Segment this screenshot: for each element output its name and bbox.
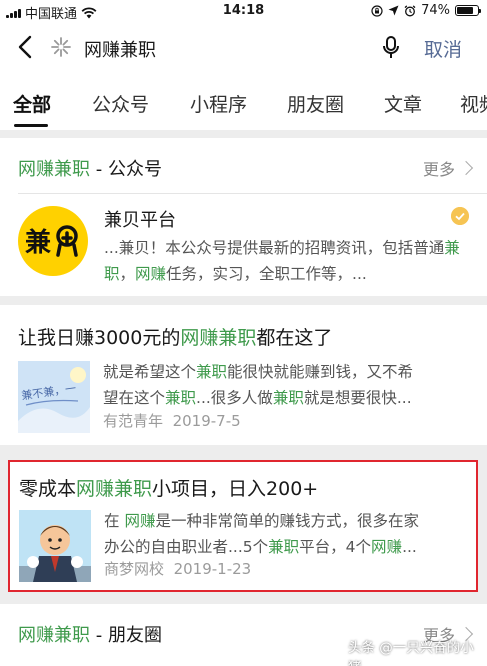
screen-lock-icon bbox=[371, 4, 383, 17]
section-title: 网赚兼职 - 公众号 bbox=[18, 159, 162, 180]
active-tab-indicator bbox=[14, 124, 48, 127]
article-thumbnail bbox=[19, 510, 91, 582]
jianbei-logo-icon: 兼 bbox=[25, 225, 78, 258]
more-accounts-link[interactable]: 更多 bbox=[423, 156, 474, 180]
tab-mini-programs[interactable]: 小程序 bbox=[190, 90, 247, 117]
svg-text:兼: 兼 bbox=[25, 227, 51, 258]
article-snippet: 在 网赚是一种非常简单的赚钱方式，很多在家 办公的自由职业者...5个兼职平台，… bbox=[104, 512, 419, 556]
search-header: 网赚兼职 取消 bbox=[0, 22, 487, 74]
article-meta: 有范青年 2019-7-5 bbox=[103, 412, 241, 430]
divider bbox=[18, 193, 487, 194]
watermark: 头条 @一只兴奋的小猪 bbox=[348, 640, 474, 666]
article-card[interactable]: 让我日赚3000元的网赚兼职都在这了 兼不兼，一 就是希望这个兼职能很快就能赚到… bbox=[0, 305, 487, 445]
back-arrow-icon[interactable] bbox=[14, 34, 38, 60]
official-accounts-section: 网赚兼职 - 公众号 更多 兼 兼贝平台 ...兼贝！本公众号提供最新的招聘资讯… bbox=[0, 138, 487, 296]
status-bar: 中国联通 14:18 74% bbox=[0, 0, 487, 22]
article-snippet: 就是希望这个兼职能很快就能赚到钱，又不希 望在这个兼职...很多人做兼职就是想要… bbox=[103, 363, 414, 407]
tab-official-accounts[interactable]: 公众号 bbox=[92, 90, 149, 117]
article-title: 让我日赚3000元的网赚兼职都在这了 bbox=[18, 327, 333, 349]
section-title: 网赚兼职 - 朋友圈 bbox=[18, 625, 162, 646]
battery-percent: 74% bbox=[421, 3, 450, 18]
verified-badge-icon bbox=[451, 207, 469, 225]
chevron-right-icon bbox=[458, 160, 474, 176]
microphone-icon[interactable] bbox=[382, 35, 400, 61]
tab-articles[interactable]: 文章 bbox=[384, 90, 422, 117]
cancel-button[interactable]: 取消 bbox=[424, 35, 462, 62]
article-title: 零成本网赚兼职小项目，日入200+ bbox=[19, 478, 319, 500]
account-logo[interactable]: 兼 bbox=[18, 206, 88, 276]
tab-moments[interactable]: 朋友圈 bbox=[287, 90, 344, 117]
article-thumbnail: 兼不兼，一 bbox=[18, 361, 90, 433]
alarm-icon bbox=[404, 4, 416, 16]
article-meta: 商梦网校 2019-1-23 bbox=[104, 560, 252, 578]
location-arrow-icon bbox=[388, 5, 399, 16]
search-tabs: 全部 公众号 小程序 朋友圈 文章 视频 bbox=[0, 74, 487, 130]
article-card-highlighted[interactable]: 零成本网赚兼职小项目，日入200+ 在 网赚是一种非常简单的赚钱方式，很多在家 … bbox=[8, 460, 478, 592]
tab-all[interactable]: 全部 bbox=[13, 90, 51, 117]
search-input[interactable]: 网赚兼职 bbox=[84, 36, 156, 62]
account-description: ...兼贝！本公众号提供最新的招聘资讯，包括普通兼职，网赚任务，实习，全职工作等… bbox=[104, 239, 460, 283]
sparkle-icon bbox=[51, 37, 71, 57]
tab-videos[interactable]: 视频 bbox=[460, 90, 487, 117]
battery-icon bbox=[455, 5, 481, 16]
account-name[interactable]: 兼贝平台 bbox=[104, 206, 176, 232]
